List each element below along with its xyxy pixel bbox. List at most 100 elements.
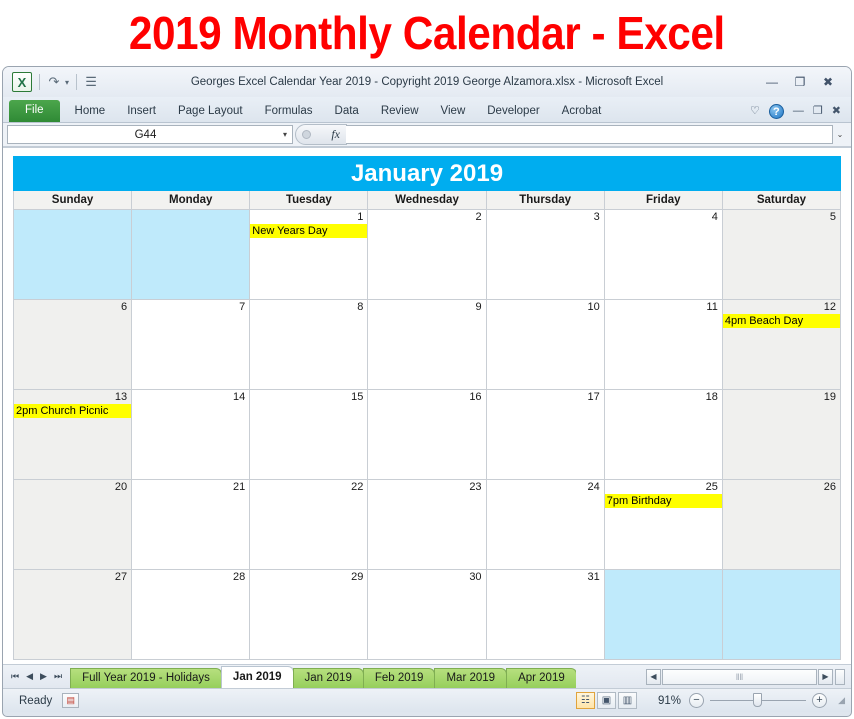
redo-icon[interactable]: ↷ xyxy=(47,73,61,91)
calendar-day-cell[interactable]: 15 xyxy=(249,389,369,480)
status-text: Ready xyxy=(19,694,53,707)
zoom-slider-thumb[interactable] xyxy=(753,693,762,707)
minimize-window-icon[interactable]: — xyxy=(793,106,804,117)
tab-review[interactable]: Review xyxy=(370,102,430,123)
day-number xyxy=(605,570,722,571)
calendar-day-cell[interactable]: 30 xyxy=(367,569,487,660)
scrollbar-thumb[interactable]: ‖‖ xyxy=(662,668,817,685)
restore-icon[interactable]: ❐ xyxy=(793,76,807,88)
split-handle[interactable] xyxy=(835,668,845,685)
calendar-event[interactable]: New Years Day xyxy=(250,224,368,238)
calendar-day-cell[interactable]: 18 xyxy=(603,389,723,480)
tab-insert[interactable]: Insert xyxy=(116,102,167,123)
calendar-day-cell[interactable]: 16 xyxy=(367,389,487,480)
sheet-tab[interactable]: Mar 2019 xyxy=(434,667,508,688)
calendar-day-cell[interactable]: 13 2pm Church Picnic xyxy=(12,389,133,480)
zoom-slider[interactable] xyxy=(710,693,806,707)
close-window-icon[interactable]: ✖ xyxy=(832,106,841,117)
tab-developer[interactable]: Developer xyxy=(476,102,550,123)
calendar-day-cell[interactable]: 19 xyxy=(721,389,842,480)
sheet-tab[interactable]: Apr 2019 xyxy=(506,667,576,688)
previous-sheet-icon[interactable]: ◀ xyxy=(26,671,33,682)
calendar-day-cell[interactable]: 7 xyxy=(131,299,251,390)
title-bar: X ↷ ▾ ☰ Georges Excel Calendar Year 2019… xyxy=(3,67,851,97)
calendar-day-cell[interactable]: 23 xyxy=(367,479,487,570)
calendar-day-cell[interactable]: 6 xyxy=(12,299,133,390)
chevron-down-icon[interactable]: ▾ xyxy=(283,130,292,139)
zoom-out-button[interactable]: − xyxy=(689,693,704,708)
collapse-ribbon-icon[interactable]: ♡ xyxy=(750,106,760,117)
page-break-preview-button[interactable]: ▥ xyxy=(618,692,637,709)
calendar-day-cell[interactable]: 26 xyxy=(721,479,842,570)
formula-bar-handle-icon xyxy=(302,130,311,139)
calendar-day-cell[interactable]: 25 7pm Birthday xyxy=(603,479,723,570)
calendar-day-cell[interactable]: 8 xyxy=(249,299,369,390)
calendar-day-cell[interactable]: 5 xyxy=(721,209,842,300)
minimize-icon[interactable]: — xyxy=(765,76,779,88)
calendar-day-cell[interactable]: 31 xyxy=(485,569,605,660)
customize-qat-icon[interactable]: ☰ xyxy=(84,73,98,91)
calendar-day-cell[interactable]: 28 xyxy=(131,569,251,660)
calendar-day-cell[interactable]: 17 xyxy=(485,389,605,480)
first-sheet-icon[interactable]: ⏮ xyxy=(11,671,19,682)
sheet-tab[interactable]: Feb 2019 xyxy=(362,667,436,688)
restore-window-icon[interactable]: ❐ xyxy=(813,106,823,117)
calendar-day-cell[interactable] xyxy=(721,569,842,660)
calendar-day-cell[interactable]: 29 xyxy=(249,569,369,660)
name-box[interactable]: G44 ▾ xyxy=(7,125,293,144)
tab-view[interactable]: View xyxy=(430,102,477,123)
macro-record-icon[interactable]: ▤ xyxy=(62,693,80,708)
calendar-event[interactable]: 7pm Birthday xyxy=(604,494,722,508)
tab-acrobat[interactable]: Acrobat xyxy=(551,102,613,123)
resize-grip-icon[interactable]: ◢ xyxy=(833,695,845,706)
window-controls: — ❐ ✖ xyxy=(765,76,847,88)
tab-file[interactable]: File xyxy=(9,99,60,122)
next-sheet-icon[interactable]: ▶ xyxy=(40,671,47,682)
calendar-event[interactable]: 4pm Beach Day xyxy=(722,314,840,328)
calendar-event[interactable]: 2pm Church Picnic xyxy=(14,404,132,418)
sheet-tab[interactable]: Jan 2019 xyxy=(220,665,294,688)
calendar-day-cell[interactable]: 24 xyxy=(485,479,605,570)
tab-formulas[interactable]: Formulas xyxy=(254,102,324,123)
excel-logo-icon[interactable]: X xyxy=(12,72,32,92)
insert-function-button[interactable]: fx xyxy=(295,124,347,145)
day-number: 31 xyxy=(587,571,600,583)
scroll-right-icon[interactable]: ▶ xyxy=(818,668,833,685)
calendar-day-cell[interactable]: 10 xyxy=(485,299,605,390)
formula-input[interactable] xyxy=(346,125,833,144)
qat-dropdown-icon[interactable]: ▾ xyxy=(65,78,69,87)
scroll-left-icon[interactable]: ◀ xyxy=(646,668,661,685)
sheet-tab[interactable]: Jan 2019 xyxy=(292,667,364,688)
calendar-day-cell[interactable] xyxy=(12,209,133,300)
last-sheet-icon[interactable]: ⏭ xyxy=(54,671,62,682)
calendar-day-cell[interactable]: 11 xyxy=(603,299,723,390)
zoom-level[interactable]: 91% xyxy=(647,695,681,707)
horizontal-scrollbar[interactable]: ◀ ‖‖ ▶ xyxy=(646,668,849,685)
tab-page-layout[interactable]: Page Layout xyxy=(167,102,254,123)
calendar-day-cell[interactable]: 3 xyxy=(485,209,605,300)
calendar-day-cell[interactable]: 2 xyxy=(367,209,487,300)
zoom-in-button[interactable]: + xyxy=(812,693,827,708)
help-icon[interactable]: ? xyxy=(768,104,784,119)
tab-data[interactable]: Data xyxy=(324,102,370,123)
page-layout-view-button[interactable]: ▣ xyxy=(597,692,616,709)
calendar-day-cell[interactable]: 21 xyxy=(131,479,251,570)
day-header-wednesday: Wednesday xyxy=(367,190,487,210)
calendar-day-cell[interactable]: 1 New Years Day xyxy=(249,209,369,300)
expand-formula-bar-icon[interactable]: ⌄ xyxy=(833,130,847,139)
day-number: 19 xyxy=(823,391,836,403)
close-icon[interactable]: ✖ xyxy=(821,76,835,88)
calendar-day-cell[interactable] xyxy=(603,569,723,660)
calendar-day-cell[interactable]: 27 xyxy=(12,569,133,660)
normal-view-button[interactable]: ☷ xyxy=(576,692,595,709)
calendar-day-cell[interactable]: 22 xyxy=(249,479,369,570)
calendar-day-cell[interactable] xyxy=(131,209,251,300)
calendar-day-cell[interactable]: 20 xyxy=(12,479,133,570)
tab-home[interactable]: Home xyxy=(64,102,117,123)
calendar-day-cell[interactable]: 12 4pm Beach Day xyxy=(721,299,842,390)
calendar-day-cell[interactable]: 14 xyxy=(131,389,251,480)
calendar-week-row: 1 New Years Day 2 3 4 5 xyxy=(12,209,842,300)
calendar-day-cell[interactable]: 9 xyxy=(367,299,487,390)
calendar-day-cell[interactable]: 4 xyxy=(603,209,723,300)
sheet-tab[interactable]: Full Year 2019 - Holidays xyxy=(70,667,222,688)
